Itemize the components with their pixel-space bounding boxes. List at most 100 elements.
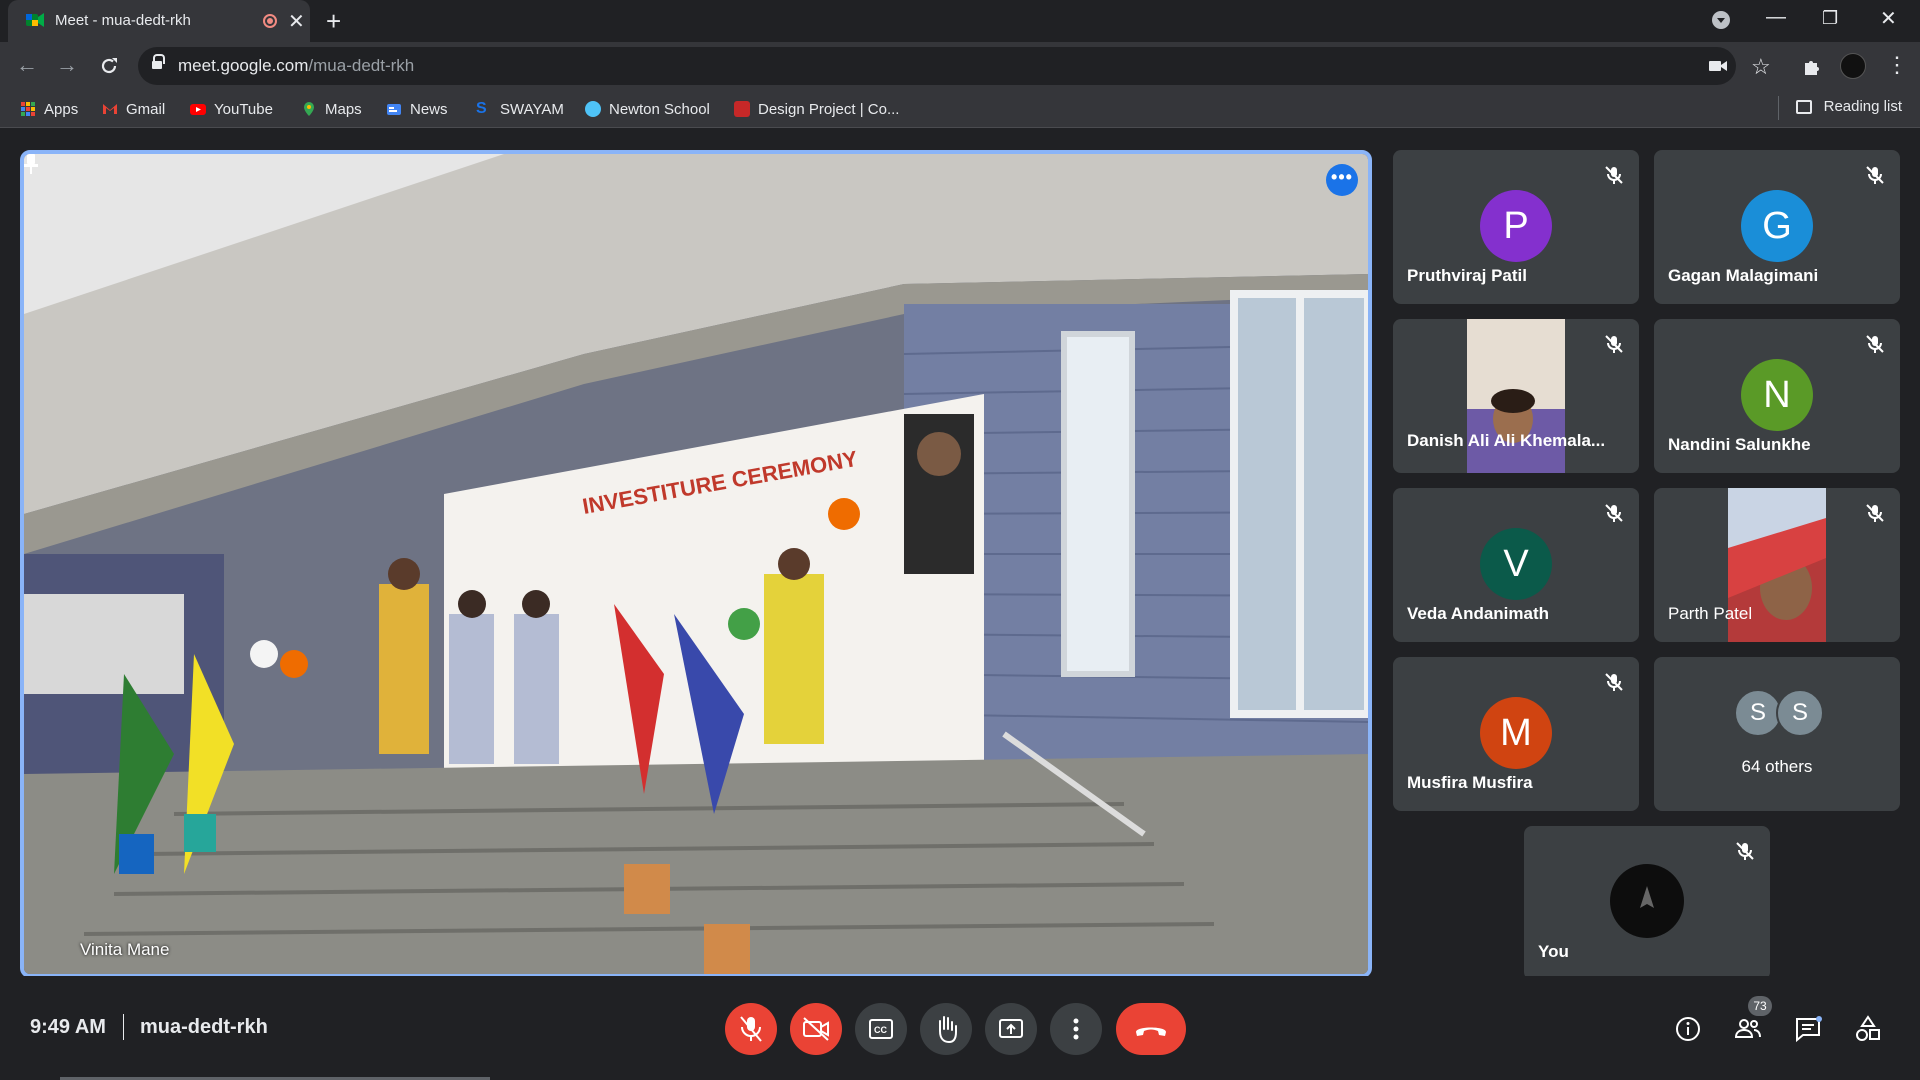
participant-name: Danish Ali Ali Khemala...	[1407, 431, 1606, 450]
forward-icon[interactable]: →	[56, 52, 78, 78]
chrome-menu-icon[interactable]: ⋮	[1886, 52, 1908, 78]
apps-grid-icon	[21, 102, 35, 116]
bookmark-newton-school[interactable]: Newton School	[585, 98, 710, 120]
new-tab-button[interactable]: +	[326, 6, 341, 37]
mit-icon	[734, 101, 750, 117]
tab-strip: Meet - mua-dedt-rkh ✕ + — ❐ ✕	[0, 0, 1920, 42]
participant-tile[interactable]: G Gagan Malagimani	[1654, 150, 1900, 304]
mic-toggle-button[interactable]	[725, 1003, 777, 1055]
bookmark-star-icon[interactable]: ☆	[1751, 54, 1771, 80]
participant-name: You	[1538, 942, 1569, 961]
others-tile[interactable]: S S 64 others	[1654, 657, 1900, 811]
participant-tile[interactable]: M Musfira Musfira	[1393, 657, 1639, 811]
meeting-details-icon[interactable]	[1672, 1013, 1704, 1045]
profile-avatar[interactable]	[1840, 53, 1866, 79]
end-call-button[interactable]	[1116, 1003, 1186, 1055]
reading-list-label: Reading list	[1823, 98, 1902, 115]
ceremony-video-frame: INVESTITURE CEREMONY	[24, 154, 1368, 974]
minimize-icon[interactable]: —	[1766, 6, 1786, 29]
bookmark-maps[interactable]: Maps	[301, 98, 362, 120]
mic-off-icon	[1736, 842, 1754, 860]
avatar: G	[1741, 190, 1813, 262]
mic-off-icon	[1866, 504, 1884, 522]
participant-tile[interactable]: P Pruthviraj Patil	[1393, 150, 1639, 304]
camera-off-icon	[803, 1017, 829, 1041]
mic-off-icon	[1605, 504, 1623, 522]
reading-list-icon	[1795, 99, 1812, 114]
bookmark-apps[interactable]: Apps	[20, 98, 78, 120]
bookmark-swayam[interactable]: S SWAYAM	[476, 98, 564, 120]
raise-hand-button[interactable]	[920, 1003, 972, 1055]
meeting-code: mua-dedt-rkh	[140, 1016, 268, 1038]
reload-icon[interactable]	[98, 55, 120, 77]
more-options-menu-button[interactable]	[1050, 1003, 1102, 1055]
reading-list-button[interactable]: Reading list	[1795, 98, 1902, 115]
maps-icon	[304, 102, 314, 116]
participant-name: Veda Andanimath	[1407, 604, 1550, 623]
main-speaker-name: Vinita Mane	[80, 940, 170, 959]
mic-off-icon	[740, 1016, 762, 1042]
tab-search-icon[interactable]	[1712, 11, 1730, 29]
avatar: S	[1776, 689, 1824, 737]
participant-name: Parth Patel	[1668, 604, 1753, 623]
newton-school-icon	[585, 101, 601, 117]
bookmark-youtube[interactable]: YouTube	[190, 98, 273, 120]
bookmarks-bar: Apps Gmail YouTube Maps News S SWAYAM Ne…	[0, 90, 1920, 128]
bookmark-label: Newton School	[609, 100, 710, 118]
end-call-icon	[1136, 1027, 1166, 1036]
mic-off-icon	[1605, 166, 1623, 184]
bookmark-label: Apps	[44, 100, 79, 118]
svg-text:CC: CC	[874, 1025, 887, 1035]
bookmark-label: News	[410, 100, 448, 118]
participant-tile[interactable]: V Veda Andanimath	[1393, 488, 1639, 642]
raise-hand-icon	[939, 1016, 957, 1044]
tab-title: Meet - mua-dedt-rkh	[55, 12, 191, 29]
address-bar[interactable]: meet.google.com/mua-dedt-rkh ☆	[138, 47, 1771, 85]
others-count-label: 64 others	[1741, 757, 1813, 776]
bookmark-label: Gmail	[126, 100, 166, 118]
bookmark-gmail[interactable]: Gmail	[102, 98, 165, 120]
participant-name: Nandini Salunkhe	[1668, 435, 1811, 454]
avatar	[1610, 864, 1684, 938]
participant-name: Musfira Musfira	[1407, 773, 1533, 792]
avatar: N	[1741, 359, 1813, 431]
bookmark-label: SWAYAM	[500, 100, 564, 118]
browser-toolbar: ← → meet.google.com/mua-dedt-rkh ☆ ⋮	[0, 42, 1920, 90]
bookmark-label: Maps	[325, 100, 362, 118]
participant-tile[interactable]: Danish Ali Ali Khemala...	[1393, 319, 1639, 473]
participant-tile[interactable]: N Nandini Salunkhe	[1654, 319, 1900, 473]
self-tile[interactable]: You	[1524, 826, 1770, 980]
divider	[123, 1014, 124, 1040]
activities-icon[interactable]	[1852, 1013, 1884, 1045]
recording-indicator-icon	[263, 14, 277, 28]
more-options-button[interactable]: •••	[1326, 164, 1358, 196]
window-close-icon[interactable]: ✕	[1880, 6, 1897, 31]
tab-close-icon[interactable]: ✕	[288, 9, 305, 34]
people-icon[interactable]	[1732, 1013, 1764, 1045]
present-icon	[999, 1019, 1023, 1038]
tab-meet[interactable]: Meet - mua-dedt-rkh ✕	[8, 0, 310, 42]
url-text: meet.google.com/mua-dedt-rkh	[178, 56, 415, 75]
bookmark-design-project[interactable]: Design Project | Co...	[734, 98, 899, 120]
captions-button[interactable]: CC	[855, 1003, 907, 1055]
back-icon[interactable]: ←	[16, 52, 38, 78]
swayam-icon: S	[476, 100, 487, 117]
lock-icon	[152, 54, 165, 71]
avatar: V	[1480, 528, 1552, 600]
mic-off-icon	[1605, 335, 1623, 353]
pin-icon[interactable]	[24, 154, 38, 174]
present-button[interactable]	[985, 1003, 1037, 1055]
main-speaker-video[interactable]: INVESTITURE CEREMONY ••• Vinita Mane	[20, 150, 1372, 978]
mic-off-icon	[1866, 335, 1884, 353]
extensions-icon[interactable]	[1802, 57, 1822, 77]
restore-icon[interactable]: ❐	[1822, 8, 1838, 29]
camera-toggle-button[interactable]	[790, 1003, 842, 1055]
chat-icon[interactable]	[1792, 1013, 1824, 1045]
mic-off-icon	[1866, 166, 1884, 184]
camera-in-use-icon[interactable]	[1709, 59, 1727, 73]
bookmark-news[interactable]: News	[386, 98, 448, 120]
captions-icon: CC	[869, 1019, 893, 1039]
bookmarks-divider	[1778, 96, 1779, 120]
participant-count-badge: 73	[1748, 996, 1772, 1016]
participant-tile[interactable]: Parth Patel	[1654, 488, 1900, 642]
